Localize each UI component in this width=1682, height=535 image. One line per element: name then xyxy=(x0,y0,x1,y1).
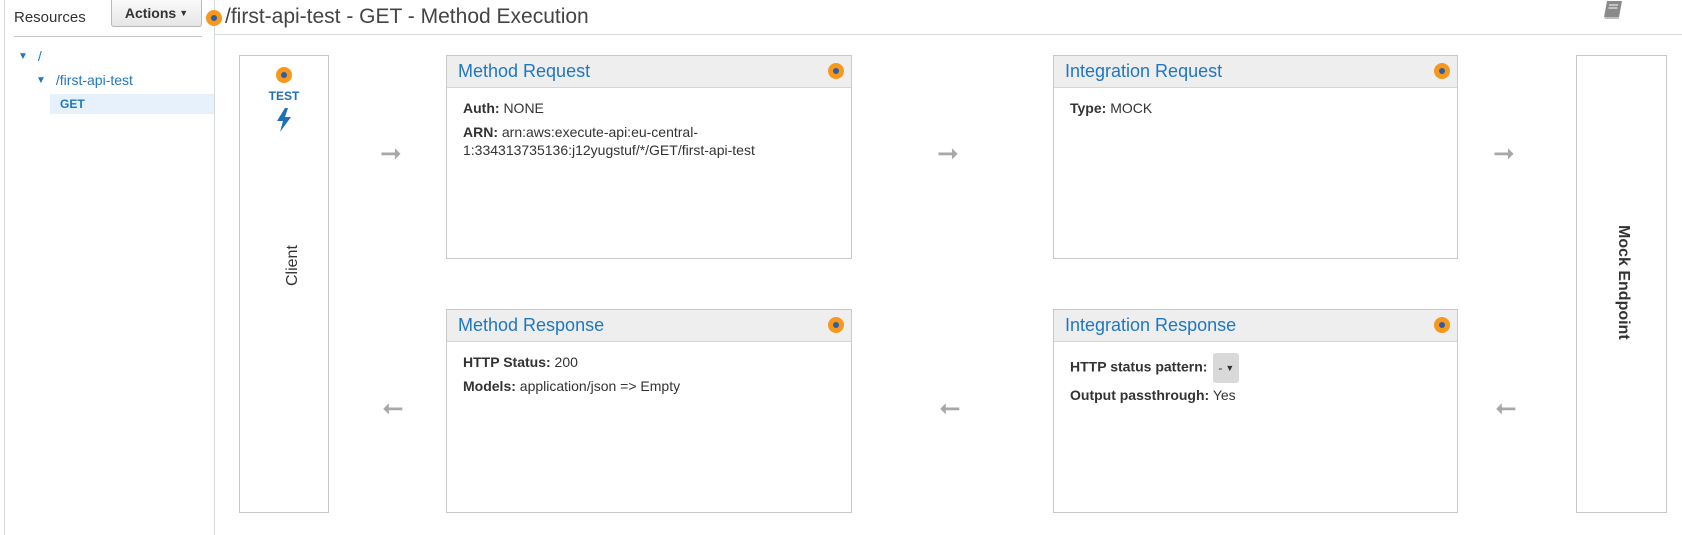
method-request-panel: Method Request Auth: NONE ARN: arn:aws:e… xyxy=(446,55,852,259)
integration-response-panel: Integration Response HTTP status pattern… xyxy=(1053,309,1458,513)
method-request-title[interactable]: Method Request xyxy=(458,61,590,82)
lightning-bolt-icon[interactable] xyxy=(275,108,293,137)
arrow-left-icon: ➞ xyxy=(939,393,961,423)
arn-row: ARN: arn:aws:execute-api:eu-central-1:33… xyxy=(463,123,763,159)
status-dot-icon xyxy=(1434,63,1450,79)
arn-value: arn:aws:execute-api:eu-central-1:3343137… xyxy=(463,124,755,158)
mock-endpoint-column: Mock Endpoint xyxy=(1576,55,1667,513)
status-pattern-select[interactable]: - ▼ xyxy=(1213,353,1240,383)
output-passthrough-value: Yes xyxy=(1212,387,1236,403)
models-label: Models: xyxy=(463,378,516,394)
status-dot-icon xyxy=(828,63,844,79)
status-pattern-row: HTTP status pattern: - ▼ xyxy=(1070,353,1441,383)
caret-down-icon[interactable]: ▼ xyxy=(18,51,28,62)
status-dot-icon xyxy=(828,317,844,333)
actions-button[interactable]: Actions ▼ xyxy=(111,0,202,27)
resources-label: Resources xyxy=(14,9,86,26)
tree-item-resource-label[interactable]: /first-api-test xyxy=(56,72,133,88)
integration-request-header: Integration Request xyxy=(1054,56,1457,88)
integration-response-header: Integration Response xyxy=(1054,310,1457,342)
client-column: TEST Client xyxy=(239,55,329,513)
arrow-left-icon: ➞ xyxy=(382,393,404,423)
tree-item-method-label[interactable]: GET xyxy=(60,97,85,111)
http-status-row: HTTP Status: 200 xyxy=(463,353,835,371)
output-passthrough-row: Output passthrough: Yes xyxy=(1070,386,1441,404)
status-dot-icon xyxy=(276,67,292,83)
auth-row: Auth: NONE xyxy=(463,99,835,117)
sidebar-edge-line xyxy=(4,0,5,535)
type-label: Type: xyxy=(1070,100,1107,116)
method-request-header: Method Request xyxy=(447,56,851,88)
auth-value: NONE xyxy=(503,100,544,116)
integration-request-panel: Integration Request Type: MOCK xyxy=(1053,55,1458,259)
sidebar-divider xyxy=(14,36,202,37)
method-response-body: HTTP Status: 200 Models: application/jso… xyxy=(447,342,851,412)
models-row: Models: application/json => Empty xyxy=(463,377,835,395)
arrow-right-icon: ➞ xyxy=(1493,138,1515,168)
caret-down-icon: ▼ xyxy=(179,8,189,18)
resources-sidebar: Resources Actions ▼ ▼ / ▼ /first-api-tes… xyxy=(0,0,215,535)
tree-item-root-label[interactable]: / xyxy=(38,48,42,64)
status-dot-icon xyxy=(206,10,222,26)
method-response-title[interactable]: Method Response xyxy=(458,315,604,336)
method-response-panel: Method Response HTTP Status: 200 Models:… xyxy=(446,309,852,513)
type-row: Type: MOCK xyxy=(1070,99,1441,117)
type-value: MOCK xyxy=(1110,100,1153,116)
test-button[interactable]: TEST xyxy=(240,89,328,103)
caret-down-icon[interactable]: ▼ xyxy=(1225,359,1234,377)
integration-response-title[interactable]: Integration Response xyxy=(1065,315,1236,336)
integration-response-body: HTTP status pattern: - ▼ Output passthro… xyxy=(1054,342,1457,421)
status-pattern-label: HTTP status pattern: xyxy=(1070,358,1208,375)
arrow-right-icon: ➞ xyxy=(937,138,959,168)
status-pattern-value[interactable]: - xyxy=(1218,359,1222,377)
book-icon[interactable] xyxy=(1603,0,1625,25)
arrow-left-icon: ➞ xyxy=(1495,393,1517,423)
method-request-body: Auth: NONE ARN: arn:aws:execute-api:eu-c… xyxy=(447,88,851,176)
integration-request-body: Type: MOCK xyxy=(1054,88,1457,134)
page-title: /first-api-test - GET - Method Execution xyxy=(225,5,589,28)
status-dot-icon xyxy=(1434,317,1450,333)
auth-label: Auth: xyxy=(463,100,500,116)
output-passthrough-label: Output passthrough: xyxy=(1070,387,1210,403)
http-status-value: 200 xyxy=(554,354,578,370)
http-status-label: HTTP Status: xyxy=(463,354,551,370)
method-response-header: Method Response xyxy=(447,310,851,342)
mock-endpoint-label: Mock Endpoint xyxy=(1615,225,1632,340)
client-label: Client xyxy=(284,245,301,286)
arn-label: ARN: xyxy=(463,124,498,140)
caret-down-icon[interactable]: ▼ xyxy=(36,75,46,86)
tree-item-root[interactable]: ▼ / xyxy=(18,48,42,64)
tree-item-get-method[interactable]: GET xyxy=(50,94,214,114)
integration-request-title[interactable]: Integration Request xyxy=(1065,61,1222,82)
models-value: application/json => Empty xyxy=(519,378,681,394)
actions-button-label: Actions xyxy=(124,5,177,21)
arrow-right-icon: ➞ xyxy=(380,138,402,168)
tree-item-first-api-test[interactable]: ▼ /first-api-test xyxy=(36,72,133,88)
title-divider xyxy=(214,34,1682,35)
